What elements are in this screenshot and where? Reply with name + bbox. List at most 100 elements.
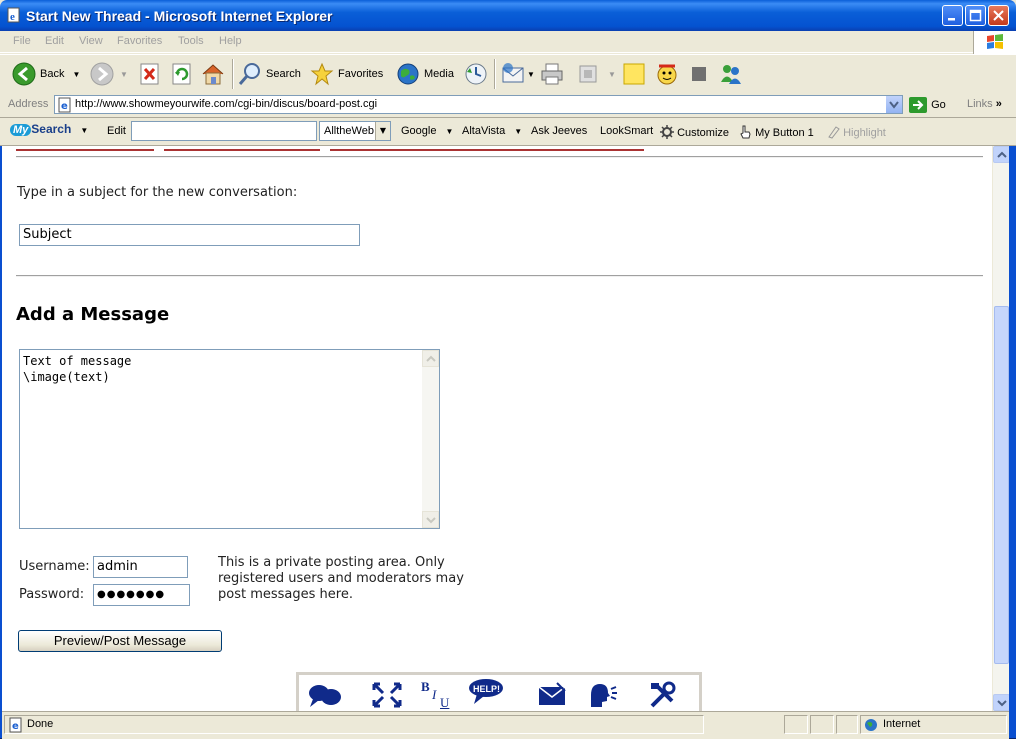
menu-edit[interactable]: Edit: [45, 35, 64, 47]
truncated-link[interactable]: [164, 146, 320, 151]
gray-square-button[interactable]: [691, 55, 707, 93]
truncated-link[interactable]: [16, 146, 154, 151]
askjeeves-button[interactable]: Ask Jeeves: [531, 125, 587, 137]
chevron-down-icon: [426, 517, 436, 524]
back-button[interactable]: Back ▼: [12, 55, 80, 93]
printer-icon: [541, 63, 563, 85]
tools-icon[interactable]: [647, 681, 679, 709]
refresh-button[interactable]: [172, 55, 192, 93]
engine-select[interactable]: AlltheWeb ▼: [319, 121, 391, 141]
highlight-button[interactable]: Highlight: [826, 125, 886, 139]
back-dropdown-icon[interactable]: ▼: [72, 70, 80, 79]
links-text: Links: [967, 98, 993, 110]
edit-label[interactable]: Edit: [107, 125, 126, 137]
mybutton-label: My Button 1: [755, 127, 814, 139]
mysearch-search: Search: [31, 122, 72, 136]
address-url: http://www.showmeyourwife.com/cgi-bin/di…: [75, 98, 378, 110]
minimize-icon: [948, 18, 955, 21]
status-main-panel: e Done: [4, 715, 704, 734]
formatting-toolbar: BIU HELP!: [296, 672, 702, 711]
toolbar-separator: [232, 59, 234, 89]
mysearch-toolbar: My Search ▼ Edit AlltheWeb ▼ Google ▼ Alt…: [0, 118, 1016, 146]
menu-file[interactable]: File: [13, 35, 31, 47]
mysearch-dropdown-icon[interactable]: ▼: [80, 126, 88, 135]
textarea-scrollbar[interactable]: [422, 350, 439, 528]
help-bubble-icon[interactable]: HELP!: [467, 678, 507, 706]
search-label: Search: [266, 68, 301, 80]
svg-text:e: e: [61, 101, 68, 112]
preview-post-button[interactable]: Preview/Post Message: [18, 630, 222, 652]
looksmart-button[interactable]: LookSmart: [600, 125, 653, 137]
svg-text:I: I: [431, 687, 437, 702]
search-button[interactable]: Search: [238, 55, 301, 93]
page-scrollbar[interactable]: [992, 146, 1010, 711]
message-text: Text of message \image(text): [23, 354, 132, 384]
msn-buddies-icon: [721, 65, 741, 84]
mysearch-input[interactable]: [131, 121, 317, 141]
mybutton-button[interactable]: My Button 1: [738, 125, 814, 139]
windows-logo: [973, 31, 1016, 54]
forward-button[interactable]: ▼: [90, 55, 128, 93]
menu-tools[interactable]: Tools: [178, 35, 204, 47]
window-title: Start New Thread - Microsoft Internet Ex…: [26, 8, 333, 24]
close-button[interactable]: [988, 5, 1009, 26]
forward-arrow-icon: [90, 62, 114, 86]
scroll-up-button[interactable]: [993, 146, 1010, 163]
google-label: Google: [401, 125, 437, 137]
favorites-star-icon: [310, 62, 334, 86]
menu-favorites[interactable]: Favorites: [117, 35, 162, 47]
msn-messenger-button[interactable]: [718, 55, 744, 93]
edit-dropdown-icon[interactable]: ▼: [608, 70, 616, 79]
favorites-button[interactable]: Favorites: [310, 55, 383, 93]
maximize-button[interactable]: [965, 5, 986, 26]
envelope-icon[interactable]: [537, 681, 567, 709]
address-bar: Address e http://www.showmeyourwife.com/…: [0, 93, 1016, 118]
mail-button[interactable]: ▼: [501, 55, 535, 93]
scroll-down-button[interactable]: [993, 694, 1010, 711]
divider: [16, 156, 983, 158]
address-input[interactable]: e http://www.showmeyourwife.com/cgi-bin/…: [54, 95, 903, 114]
truncated-link[interactable]: [330, 146, 644, 151]
stop-button[interactable]: [140, 55, 160, 93]
password-input[interactable]: ●●●●●●●: [93, 584, 190, 606]
svg-text:e: e: [12, 721, 19, 732]
edit-page-button[interactable]: ▼: [578, 55, 616, 93]
svg-text:U: U: [440, 695, 450, 709]
engine-dropdown-icon[interactable]: ▼: [375, 122, 390, 140]
go-button[interactable]: Go: [908, 96, 946, 114]
chat-bubbles-icon[interactable]: [307, 681, 343, 709]
print-button[interactable]: [540, 55, 564, 93]
discuss-button[interactable]: [622, 55, 646, 93]
customize-label: Customize: [677, 127, 730, 139]
message-textarea[interactable]: Text of message \image(text): [19, 349, 440, 529]
resize-arrows-icon[interactable]: [371, 681, 403, 709]
forward-dropdown-icon: ▼: [120, 69, 128, 79]
address-dropdown[interactable]: [886, 96, 902, 113]
menu-view[interactable]: View: [79, 35, 103, 47]
speaking-head-icon[interactable]: [587, 681, 619, 709]
username-input[interactable]: admin: [93, 556, 188, 578]
divider: [16, 275, 983, 277]
media-button[interactable]: Media: [396, 55, 454, 93]
close-icon: [993, 10, 1004, 21]
google-button[interactable]: Google ▼: [401, 125, 453, 137]
scroll-up-button[interactable]: [422, 350, 439, 367]
subject-input[interactable]: Subject: [19, 224, 360, 246]
mail-envelope-icon: [502, 63, 524, 83]
bold-italic-underline-icon[interactable]: BIU: [419, 677, 455, 709]
menu-help[interactable]: Help: [219, 35, 242, 47]
scroll-thumb[interactable]: [994, 306, 1009, 664]
highlighter-icon: [828, 126, 840, 139]
home-icon: [202, 64, 224, 85]
altavista-button[interactable]: AltaVista ▼: [462, 125, 522, 137]
title-bar[interactable]: e Start New Thread - Microsoft Internet …: [0, 0, 1016, 31]
mail-dropdown-icon[interactable]: ▼: [527, 70, 535, 79]
scroll-down-button[interactable]: [422, 511, 439, 528]
messenger-button[interactable]: [655, 55, 679, 93]
links-label[interactable]: Links »: [967, 98, 1002, 110]
customize-button[interactable]: Customize: [660, 125, 729, 139]
history-button[interactable]: [464, 55, 488, 93]
mysearch-logo[interactable]: My Search ▼: [10, 122, 88, 136]
home-button[interactable]: [200, 55, 226, 93]
minimize-button[interactable]: [942, 5, 963, 26]
